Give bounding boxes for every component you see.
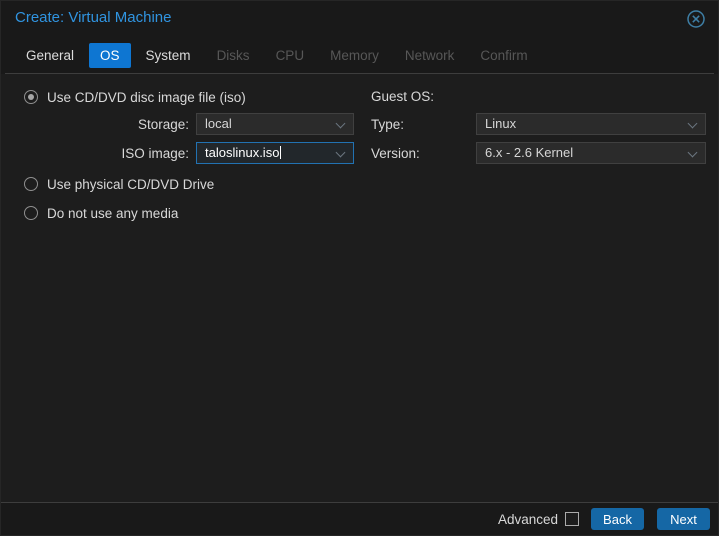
- dialog-titlebar: Create: Virtual Machine: [1, 1, 718, 37]
- radio-option-physical-drive[interactable]: Use physical CD/DVD Drive: [24, 176, 214, 192]
- tab-general[interactable]: General: [15, 43, 85, 68]
- radio-icon[interactable]: [24, 177, 38, 191]
- create-vm-dialog: Create: Virtual Machine General OS Syste…: [0, 0, 719, 536]
- tab-network: Network: [404, 47, 455, 63]
- storage-select[interactable]: local: [196, 113, 354, 135]
- os-version-select[interactable]: 6.x - 2.6 Kernel: [476, 142, 706, 164]
- next-button[interactable]: Next: [657, 508, 710, 530]
- radio-option-no-media-label: Do not use any media: [47, 205, 179, 221]
- chevron-down-icon[interactable]: [687, 118, 698, 129]
- os-version-label: Version:: [371, 146, 420, 161]
- guest-os-heading: Guest OS:: [371, 89, 435, 104]
- advanced-label: Advanced: [497, 511, 558, 527]
- tab-system[interactable]: System: [135, 43, 202, 68]
- os-type-value: Linux: [485, 116, 517, 131]
- tab-cpu: CPU: [275, 47, 305, 63]
- os-tab-panel: Use CD/DVD disc image file (iso) Storage…: [1, 74, 718, 504]
- chevron-down-icon[interactable]: [335, 118, 346, 129]
- tab-confirm: Confirm: [480, 47, 528, 63]
- dialog-footer: Advanced Back Next: [1, 502, 718, 535]
- radio-option-physical-drive-label: Use physical CD/DVD Drive: [47, 176, 215, 192]
- tab-disks: Disks: [216, 47, 250, 63]
- dialog-title: Create: Virtual Machine: [15, 9, 172, 26]
- advanced-checkbox[interactable]: [565, 512, 579, 526]
- os-version-value: 6.x - 2.6 Kernel: [485, 145, 574, 160]
- storage-select-value: local: [205, 116, 232, 131]
- radio-icon[interactable]: [24, 90, 38, 104]
- tab-memory: Memory: [330, 47, 379, 63]
- close-icon[interactable]: [686, 9, 706, 29]
- radio-option-iso-label: Use CD/DVD disc image file (iso): [47, 89, 246, 105]
- wizard-tabbar: General OS System Disks CPU Memory Netwo…: [15, 41, 708, 69]
- text-cursor: [280, 146, 282, 159]
- tab-os[interactable]: OS: [89, 42, 131, 68]
- radio-option-no-media[interactable]: Do not use any media: [24, 205, 178, 221]
- os-type-label: Type:: [371, 117, 405, 132]
- chevron-down-icon[interactable]: [687, 147, 698, 158]
- storage-label: Storage:: [137, 117, 189, 132]
- chevron-down-icon[interactable]: [335, 147, 346, 158]
- iso-image-value: taloslinux.iso: [205, 145, 280, 160]
- radio-icon[interactable]: [24, 206, 38, 220]
- radio-option-iso[interactable]: Use CD/DVD disc image file (iso): [24, 89, 246, 105]
- back-button[interactable]: Back: [591, 508, 644, 530]
- iso-image-label: ISO image:: [121, 146, 189, 161]
- iso-image-combobox[interactable]: taloslinux.iso: [196, 142, 354, 164]
- os-type-select[interactable]: Linux: [476, 113, 706, 135]
